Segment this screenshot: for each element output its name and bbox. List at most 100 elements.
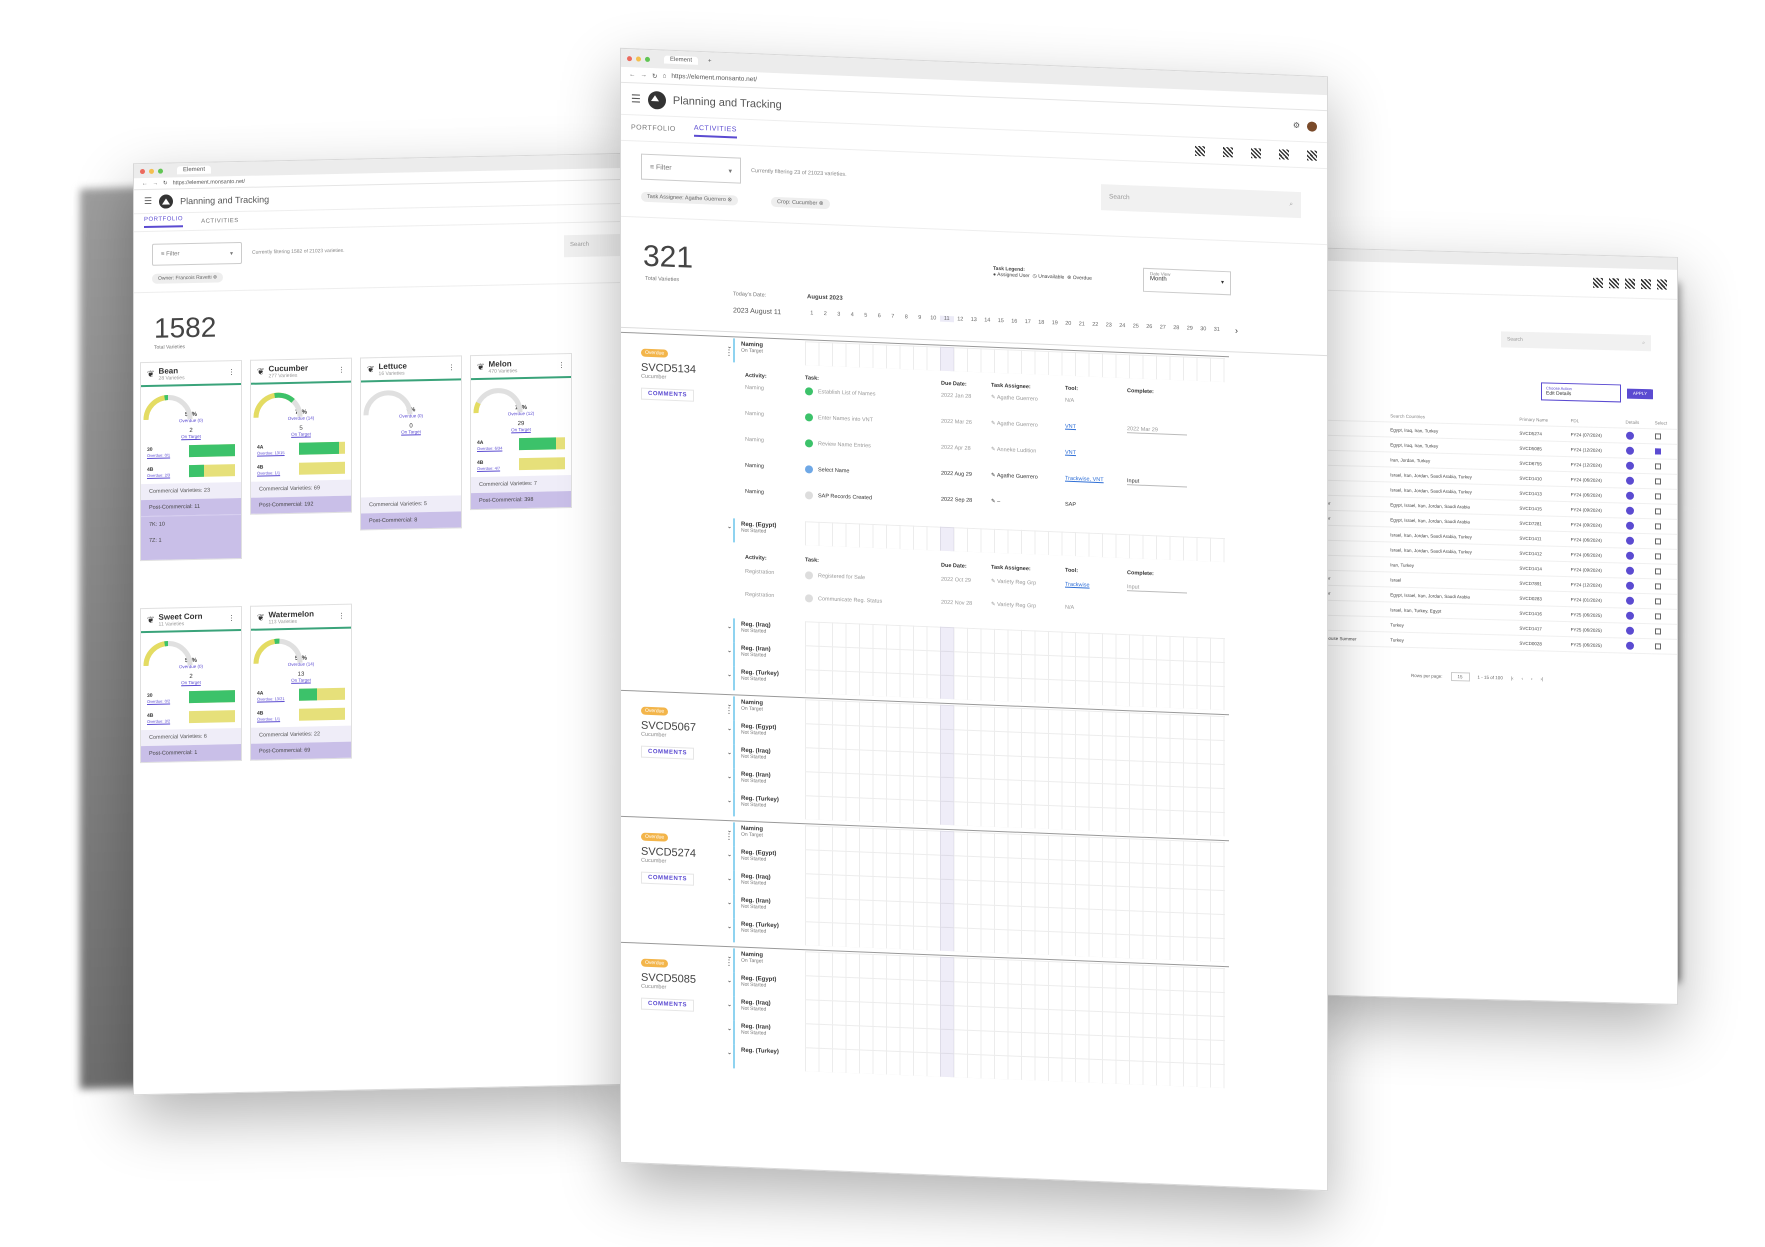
details-icon[interactable] bbox=[1625, 581, 1634, 590]
expand-icon[interactable]: ⌄ bbox=[727, 977, 732, 984]
toolbar-icon-2[interactable] bbox=[1609, 277, 1619, 288]
next-page-icon[interactable]: › bbox=[1531, 676, 1533, 681]
expand-icon[interactable]: ⌄ bbox=[727, 671, 732, 678]
select-checkbox[interactable] bbox=[1654, 448, 1661, 455]
details-icon[interactable] bbox=[1625, 506, 1634, 515]
complete-input[interactable]: Input bbox=[1127, 478, 1187, 488]
next-month-icon[interactable]: › bbox=[1235, 325, 1238, 335]
track-row-label[interactable]: ⌄ Naming On Target bbox=[727, 822, 805, 850]
expand-icon[interactable]: ⌄ bbox=[727, 623, 732, 630]
crop-card-1[interactable]: ❦ Cucumber 277 Varieties ⋮ 74% Overdue (… bbox=[250, 357, 352, 515]
select-checkbox[interactable] bbox=[1654, 538, 1661, 545]
track-row-label[interactable]: ⌄ Reg. (Turkey) Not Started bbox=[727, 918, 805, 946]
expand-icon[interactable]: ⌄ bbox=[727, 1025, 732, 1032]
browser-tab-center[interactable]: Element bbox=[664, 55, 699, 65]
crop-card-2[interactable]: ❦ Lettuce 16 Varieties ⋮ 0% Overdue (0) … bbox=[360, 355, 462, 531]
complete-input[interactable]: Input bbox=[1127, 584, 1187, 594]
track-row-label[interactable]: ⌄ Reg. (Egypt) Not Started bbox=[727, 518, 805, 546]
toolbar-icon-5[interactable] bbox=[1657, 278, 1667, 290]
settings-icon[interactable]: ⚙ bbox=[1293, 121, 1300, 130]
expand-icon[interactable]: ⌄ bbox=[727, 1001, 732, 1008]
track-row-label[interactable]: ⌄ Reg. (Iraq) Not Started bbox=[727, 744, 805, 772]
action-select[interactable]: Choose Action Edit Details bbox=[1541, 382, 1621, 403]
expand-icon[interactable]: ⌄ bbox=[727, 923, 732, 930]
apply-button[interactable]: APPLY bbox=[1627, 388, 1653, 400]
expand-icon[interactable]: ⌄ bbox=[727, 1049, 732, 1056]
task-status-icon[interactable] bbox=[805, 439, 813, 448]
details-icon[interactable] bbox=[1625, 461, 1634, 470]
comments-button[interactable]: COMMENTS bbox=[641, 871, 694, 886]
select-checkbox[interactable] bbox=[1654, 613, 1661, 620]
expand-icon[interactable]: ⌄ bbox=[727, 523, 732, 530]
details-icon[interactable] bbox=[1625, 431, 1634, 440]
new-tab-icon[interactable]: + bbox=[708, 58, 712, 64]
track-row-label[interactable]: ⌄ Reg. (Iraq) Not Started bbox=[727, 996, 805, 1024]
expand-icon[interactable]: ⌄ bbox=[727, 899, 732, 906]
more-icon[interactable]: ⋮ bbox=[558, 361, 565, 369]
expand-icon[interactable]: ⌄ bbox=[727, 749, 732, 756]
expand-icon[interactable]: ⌄ bbox=[727, 953, 732, 960]
more-icon[interactable]: ⋮ bbox=[228, 368, 235, 376]
menu-icon-center[interactable]: ☰ bbox=[631, 92, 641, 105]
last-page-icon[interactable]: ›| bbox=[1541, 676, 1544, 681]
tab-portfolio[interactable]: PORTFOLIO bbox=[144, 216, 184, 229]
track-row-label[interactable]: ⌄ Naming On Target bbox=[727, 696, 805, 724]
more-icon[interactable]: ⋮ bbox=[228, 614, 235, 622]
expand-icon[interactable]: ⌄ bbox=[727, 851, 732, 858]
track-row-label[interactable]: ⌄ Reg. (Egypt) Not Started bbox=[727, 720, 805, 748]
details-icon[interactable] bbox=[1625, 446, 1634, 455]
view-icon-4[interactable] bbox=[1279, 148, 1289, 160]
track-row-label[interactable]: ⌄ Reg. (Egypt) Not Started bbox=[727, 846, 805, 874]
tab-activities[interactable]: ACTIVITIES bbox=[201, 218, 239, 225]
track-row-label[interactable]: ⌄ Reg. (Iraq) Not Started bbox=[727, 618, 805, 646]
toolbar-icon-3[interactable] bbox=[1625, 278, 1635, 289]
details-icon[interactable] bbox=[1625, 551, 1634, 560]
select-checkbox[interactable] bbox=[1654, 463, 1661, 470]
select-checkbox[interactable] bbox=[1654, 523, 1661, 530]
filter-dropdown-center[interactable]: ≡ Filter ▾ bbox=[641, 153, 741, 184]
details-icon[interactable] bbox=[1625, 536, 1634, 545]
expand-icon[interactable]: ⌄ bbox=[727, 701, 732, 708]
first-page-icon[interactable]: |‹ bbox=[1511, 676, 1514, 681]
view-icon-3[interactable] bbox=[1251, 147, 1261, 159]
task-status-icon[interactable] bbox=[805, 571, 813, 580]
post-commercial[interactable]: Post-Commercial: 8 bbox=[361, 511, 461, 530]
details-icon[interactable] bbox=[1625, 566, 1634, 575]
expand-icon[interactable]: ⌄ bbox=[727, 875, 732, 882]
post-commercial[interactable]: Post-Commercial: 398 bbox=[471, 491, 571, 510]
select-checkbox[interactable] bbox=[1654, 508, 1661, 515]
menu-icon[interactable]: ☰ bbox=[144, 196, 152, 207]
select-checkbox[interactable] bbox=[1654, 583, 1661, 590]
details-icon[interactable] bbox=[1625, 641, 1634, 650]
filter-dropdown[interactable]: ≡ Filter ▾ bbox=[152, 241, 242, 266]
task-status-icon[interactable] bbox=[805, 491, 813, 500]
toolbar-icon-4[interactable] bbox=[1641, 278, 1651, 289]
search-input-center[interactable]: Search ⌕ bbox=[1101, 184, 1301, 219]
select-checkbox[interactable] bbox=[1654, 433, 1661, 440]
track-row-label[interactable]: ⌄ Reg. (Iran) Not Started bbox=[727, 768, 805, 796]
expand-icon[interactable]: ⌄ bbox=[727, 827, 732, 834]
details-icon[interactable] bbox=[1625, 491, 1634, 500]
complete-input[interactable]: 2022 Mar 29 bbox=[1127, 426, 1187, 436]
more-icon[interactable]: ⋮ bbox=[338, 366, 345, 374]
details-icon[interactable] bbox=[1625, 596, 1634, 605]
track-row-label[interactable]: ⌄ Reg. (Egypt) Not Started bbox=[727, 972, 805, 1000]
post-commercial[interactable]: Post-Commercial: 69 bbox=[251, 741, 351, 760]
prev-page-icon[interactable]: ‹ bbox=[1522, 676, 1524, 681]
date-view-select[interactable]: Date View Month ▾ bbox=[1143, 267, 1231, 296]
tab-portfolio-center[interactable]: PORTFOLIO bbox=[631, 124, 676, 133]
task-status-icon[interactable] bbox=[805, 413, 813, 422]
details-icon[interactable] bbox=[1625, 611, 1634, 620]
crop-card-5[interactable]: ❦ Watermelon 113 Varieties ⋮ 52% Overdue… bbox=[250, 603, 352, 761]
comments-button[interactable]: COMMENTS bbox=[641, 997, 694, 1012]
details-icon[interactable] bbox=[1625, 626, 1634, 635]
track-row-label[interactable]: ⌄ Reg. (Turkey) Not Started bbox=[727, 792, 805, 820]
comments-button[interactable]: COMMENTS bbox=[641, 387, 694, 402]
post-commercial[interactable]: Post-Commercial: 1 bbox=[141, 743, 241, 763]
expand-icon[interactable]: ⌄ bbox=[727, 797, 732, 804]
view-icon-2[interactable] bbox=[1223, 146, 1233, 157]
expand-icon[interactable]: ⌄ bbox=[727, 343, 732, 350]
select-checkbox[interactable] bbox=[1654, 628, 1661, 635]
browser-tab[interactable]: Element bbox=[177, 165, 212, 175]
select-checkbox[interactable] bbox=[1654, 478, 1661, 485]
